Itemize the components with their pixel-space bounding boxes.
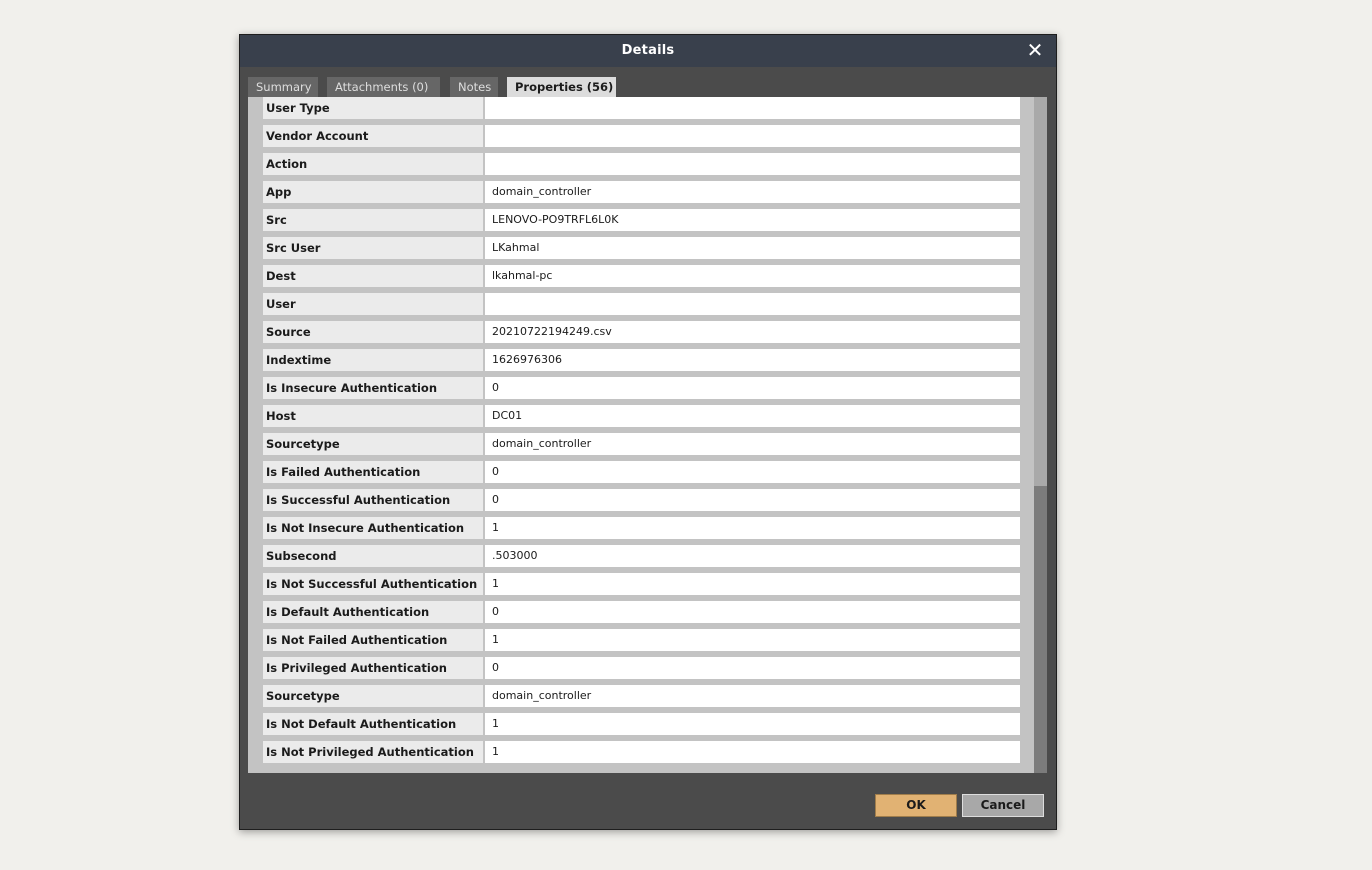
dialog-titlebar[interactable]: Details ✕ xyxy=(240,35,1056,67)
property-row: Sourcetype domain_controller xyxy=(263,685,1020,707)
property-row: Is Successful Authentication 0 xyxy=(263,489,1020,511)
tab-notes[interactable]: Notes xyxy=(450,77,498,99)
property-label: Src User xyxy=(263,237,483,259)
property-value[interactable]: 1 xyxy=(485,741,1020,763)
property-value[interactable]: 0 xyxy=(485,489,1020,511)
property-label: Is Not Successful Authentication xyxy=(263,573,483,595)
properties-panel: User Type Vendor Account Action App domain_c… xyxy=(248,97,1047,773)
property-label: Is Privileged Authentication xyxy=(263,657,483,679)
property-value[interactable]: LENOVO-PO9TRFL6L0K xyxy=(485,209,1020,231)
property-row: App domain_controller xyxy=(263,181,1020,203)
property-value[interactable]: 1626976306 xyxy=(485,349,1020,371)
property-value[interactable]: DC01 xyxy=(485,405,1020,427)
property-value[interactable] xyxy=(485,97,1020,119)
property-label: Is Not Privileged Authentication xyxy=(263,741,483,763)
property-row: Host DC01 xyxy=(263,405,1020,427)
property-value[interactable]: 0 xyxy=(485,601,1020,623)
property-value[interactable]: 0 xyxy=(485,377,1020,399)
property-value[interactable]: 1 xyxy=(485,517,1020,539)
tab-summary[interactable]: Summary xyxy=(248,77,318,99)
property-label: User Type xyxy=(263,97,483,119)
property-value[interactable]: domain_controller xyxy=(485,181,1020,203)
property-row: Is Not Default Authentication 1 xyxy=(263,713,1020,735)
property-value[interactable]: domain_controller xyxy=(485,685,1020,707)
property-row: Action xyxy=(263,153,1020,175)
property-value[interactable]: 20210722194249.csv xyxy=(485,321,1020,343)
scrollbar-thumb[interactable] xyxy=(1034,486,1047,773)
details-dialog: Details ✕ Summary Attachments (0) Notes … xyxy=(239,34,1057,830)
property-label: Is Not Default Authentication xyxy=(263,713,483,735)
property-value[interactable]: 0 xyxy=(485,461,1020,483)
property-row: User Type xyxy=(263,97,1020,119)
property-label: Is Not Failed Authentication xyxy=(263,629,483,651)
tab-properties[interactable]: Properties (56) xyxy=(507,77,616,99)
property-value[interactable]: 1 xyxy=(485,629,1020,651)
property-value[interactable]: lkahmal-pc xyxy=(485,265,1020,287)
property-value[interactable]: .503000 xyxy=(485,545,1020,567)
property-value[interactable] xyxy=(485,293,1020,315)
property-label: Indextime xyxy=(263,349,483,371)
property-label: Source xyxy=(263,321,483,343)
property-label: Dest xyxy=(263,265,483,287)
property-label: Sourcetype xyxy=(263,433,483,455)
property-value[interactable] xyxy=(485,153,1020,175)
property-row: User xyxy=(263,293,1020,315)
property-row: Indextime 1626976306 xyxy=(263,349,1020,371)
property-row: Subsecond .503000 xyxy=(263,545,1020,567)
property-row: Is Default Authentication 0 xyxy=(263,601,1020,623)
property-label: App xyxy=(263,181,483,203)
property-row: Is Failed Authentication 0 xyxy=(263,461,1020,483)
property-row: Src LENOVO-PO9TRFL6L0K xyxy=(263,209,1020,231)
property-row: Is Not Insecure Authentication 1 xyxy=(263,517,1020,539)
property-value[interactable]: 1 xyxy=(485,713,1020,735)
property-row: Vendor Account xyxy=(263,125,1020,147)
property-label: Host xyxy=(263,405,483,427)
property-value[interactable]: 1 xyxy=(485,573,1020,595)
property-label: Src xyxy=(263,209,483,231)
cancel-button[interactable]: Cancel xyxy=(962,794,1044,817)
property-label: User xyxy=(263,293,483,315)
property-value[interactable]: domain_controller xyxy=(485,433,1020,455)
property-label: Action xyxy=(263,153,483,175)
property-row: Dest lkahmal-pc xyxy=(263,265,1020,287)
property-row: Is Not Privileged Authentication 1 xyxy=(263,741,1020,763)
property-row: Src User LKahmal xyxy=(263,237,1020,259)
property-row: Is Not Failed Authentication 1 xyxy=(263,629,1020,651)
property-row: Is Not Successful Authentication 1 xyxy=(263,573,1020,595)
close-icon[interactable]: ✕ xyxy=(1023,38,1047,62)
property-value[interactable] xyxy=(485,125,1020,147)
property-label: Is Insecure Authentication xyxy=(263,377,483,399)
property-label: Is Failed Authentication xyxy=(263,461,483,483)
property-label: Sourcetype xyxy=(263,685,483,707)
property-label: Vendor Account xyxy=(263,125,483,147)
property-row: Is Privileged Authentication 0 xyxy=(263,657,1020,679)
property-row: Sourcetype domain_controller xyxy=(263,433,1020,455)
property-label: Is Default Authentication xyxy=(263,601,483,623)
property-row: Is Insecure Authentication 0 xyxy=(263,377,1020,399)
tab-attachments[interactable]: Attachments (0) xyxy=(327,77,440,99)
dialog-title: Details xyxy=(621,43,675,58)
property-value[interactable]: LKahmal xyxy=(485,237,1020,259)
property-label: Is Successful Authentication xyxy=(263,489,483,511)
ok-button[interactable]: OK xyxy=(875,794,957,817)
property-row: Source 20210722194249.csv xyxy=(263,321,1020,343)
property-label: Subsecond xyxy=(263,545,483,567)
property-label: Is Not Insecure Authentication xyxy=(263,517,483,539)
property-value[interactable]: 0 xyxy=(485,657,1020,679)
vertical-scrollbar[interactable] xyxy=(1034,97,1047,773)
